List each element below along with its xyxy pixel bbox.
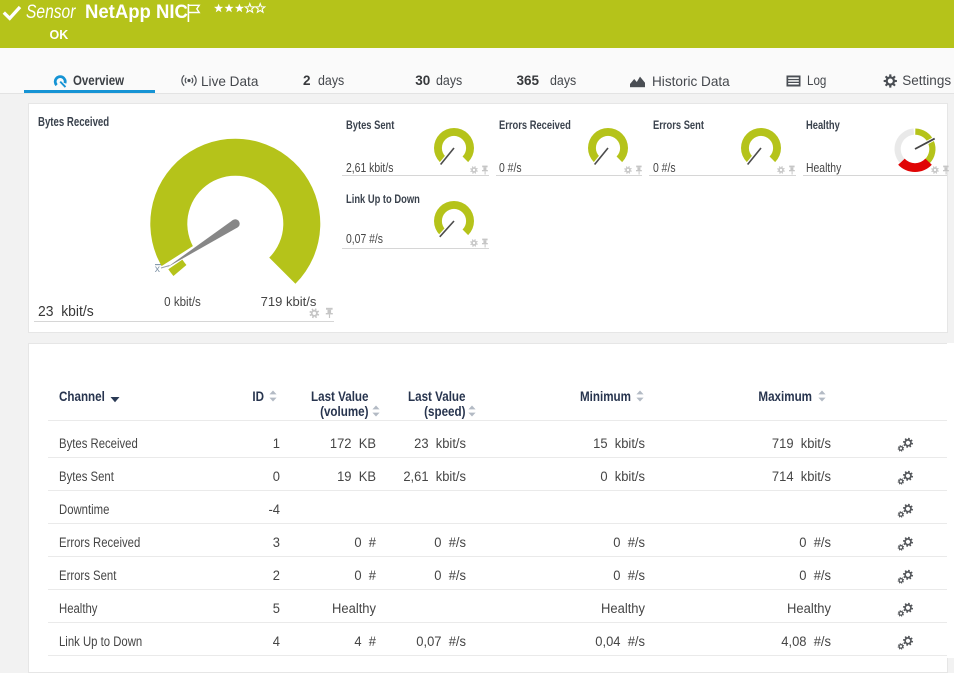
svg-text:x: x [155, 263, 161, 274]
